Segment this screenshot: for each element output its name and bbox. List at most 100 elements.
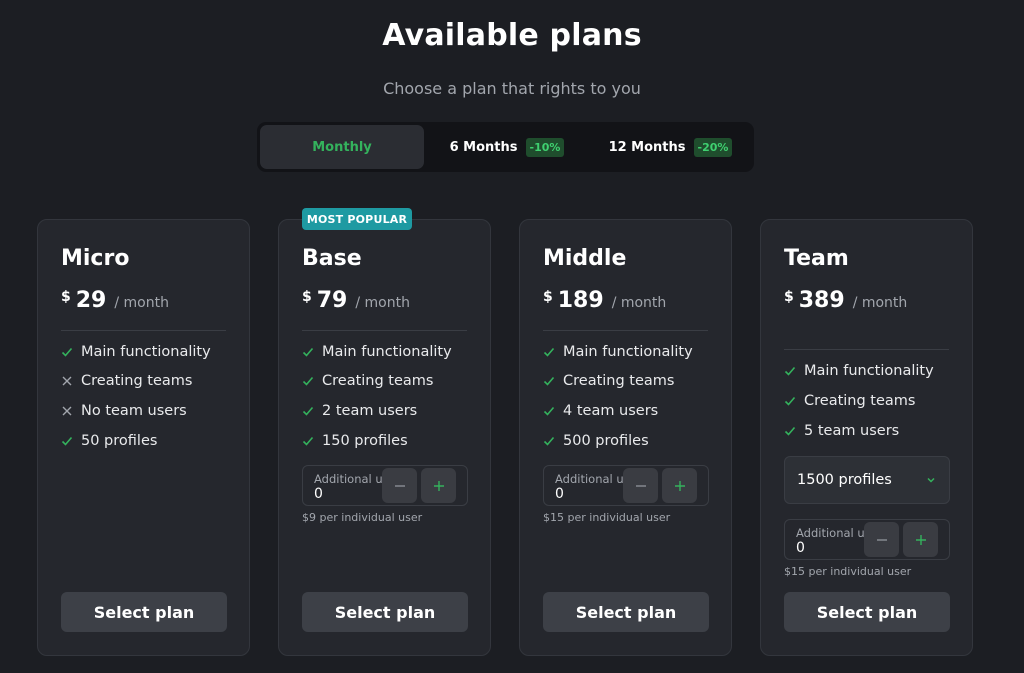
feature-text: Main functionality bbox=[322, 344, 452, 360]
feature-item: No team users bbox=[61, 403, 187, 419]
additional-users-stepper: Additional users 0 bbox=[302, 465, 468, 506]
page-subtitle: Choose a plan that rights to you bbox=[383, 79, 641, 98]
check-icon bbox=[61, 436, 73, 446]
feature-item: Creating teams bbox=[61, 373, 192, 389]
additional-users-note: $15 per individual user bbox=[784, 565, 912, 578]
check-icon bbox=[543, 436, 555, 446]
price-amount: 389 bbox=[798, 288, 845, 313]
feature-text: 150 profiles bbox=[322, 433, 408, 449]
feature-text: 2 team users bbox=[322, 403, 418, 419]
price-currency: $ bbox=[543, 289, 553, 305]
feature-item: 500 profiles bbox=[543, 433, 649, 449]
plan-price: $ 389 / month bbox=[784, 288, 907, 313]
profiles-select-value: 1500 profiles bbox=[797, 472, 892, 488]
feature-text: Main functionality bbox=[81, 344, 211, 360]
plan-card-middle: Middle $ 189 / month Main functionality … bbox=[519, 219, 732, 656]
check-icon bbox=[302, 436, 314, 446]
feature-text: Creating teams bbox=[81, 373, 193, 389]
price-amount: 189 bbox=[557, 288, 604, 313]
feature-item: 50 profiles bbox=[61, 433, 157, 449]
check-icon bbox=[543, 406, 555, 416]
price-currency: $ bbox=[61, 289, 71, 305]
billing-option-label: Monthly bbox=[312, 139, 372, 155]
feature-text: 50 profiles bbox=[81, 433, 158, 449]
minus-icon bbox=[876, 538, 887, 541]
check-icon bbox=[784, 396, 796, 406]
plus-icon bbox=[915, 534, 926, 545]
most-popular-badge: MOST POPULAR bbox=[302, 208, 412, 230]
feature-item: Main functionality bbox=[784, 363, 934, 379]
feature-text: Creating teams bbox=[322, 373, 434, 389]
price-period: / month bbox=[852, 295, 908, 311]
increment-button[interactable] bbox=[421, 468, 456, 503]
profiles-select[interactable]: 1500 profiles bbox=[784, 456, 950, 504]
feature-text: Main functionality bbox=[804, 363, 934, 379]
check-icon bbox=[784, 366, 796, 376]
additional-users-note: $15 per individual user bbox=[543, 511, 671, 524]
check-icon bbox=[302, 376, 314, 386]
divider bbox=[784, 349, 949, 350]
feature-item: Main functionality bbox=[302, 344, 452, 360]
billing-option-12-months[interactable]: 12 Months -20% bbox=[590, 125, 751, 169]
feature-text: Creating teams bbox=[563, 373, 675, 389]
billing-period-toggle: Monthly 6 Months -10% 12 Months -20% bbox=[257, 122, 754, 172]
decrement-button[interactable] bbox=[864, 522, 899, 557]
plan-name: Team bbox=[784, 246, 849, 271]
cross-icon bbox=[62, 406, 72, 416]
price-currency: $ bbox=[302, 289, 312, 305]
plan-price: $ 29 / month bbox=[61, 288, 169, 313]
plan-card-team: Team $ 389 / month Main functionality Cr… bbox=[760, 219, 973, 656]
price-amount: 79 bbox=[316, 288, 348, 313]
minus-icon bbox=[394, 484, 405, 487]
price-period: / month bbox=[114, 295, 169, 311]
decrement-button[interactable] bbox=[623, 468, 658, 503]
plan-card-base: Base $ 79 / month Main functionality Cre… bbox=[278, 219, 491, 656]
check-icon bbox=[61, 347, 73, 357]
plan-name: Base bbox=[302, 246, 362, 271]
additional-users-value[interactable]: 0 bbox=[796, 540, 805, 556]
divider bbox=[61, 330, 226, 331]
feature-item: Main functionality bbox=[543, 344, 693, 360]
additional-users-stepper: Additional users 0 bbox=[784, 519, 950, 560]
check-icon bbox=[784, 426, 796, 436]
plan-name: Middle bbox=[543, 246, 627, 271]
select-plan-button[interactable]: Select plan bbox=[543, 592, 709, 632]
select-plan-button[interactable]: Select plan bbox=[61, 592, 227, 632]
price-period: / month bbox=[355, 295, 410, 311]
increment-button[interactable] bbox=[662, 468, 697, 503]
billing-option-label: 12 Months bbox=[608, 139, 686, 155]
billing-option-6-months[interactable]: 6 Months -10% bbox=[427, 125, 587, 169]
plus-icon bbox=[674, 480, 685, 491]
feature-item: Main functionality bbox=[61, 344, 211, 360]
feature-item: 5 team users bbox=[784, 423, 899, 439]
discount-badge: -10% bbox=[525, 137, 565, 157]
feature-text: Main functionality bbox=[563, 344, 693, 360]
select-plan-button[interactable]: Select plan bbox=[302, 592, 468, 632]
discount-badge: -20% bbox=[693, 137, 733, 157]
minus-icon bbox=[635, 484, 646, 487]
plan-price: $ 79 / month bbox=[302, 288, 410, 313]
check-icon bbox=[543, 347, 555, 357]
additional-users-value[interactable]: 0 bbox=[555, 486, 564, 502]
feature-item: Creating teams bbox=[784, 393, 915, 409]
feature-text: No team users bbox=[81, 403, 187, 419]
feature-item: Creating teams bbox=[302, 373, 433, 389]
price-currency: $ bbox=[784, 289, 794, 305]
billing-option-monthly[interactable]: Monthly bbox=[260, 125, 424, 169]
check-icon bbox=[543, 376, 555, 386]
plus-icon bbox=[433, 480, 444, 491]
feature-text: 500 profiles bbox=[563, 433, 649, 449]
additional-users-note: $9 per individual user bbox=[302, 511, 423, 524]
decrement-button[interactable] bbox=[382, 468, 417, 503]
billing-option-label: 6 Months bbox=[449, 139, 518, 155]
divider bbox=[543, 330, 708, 331]
feature-item: Creating teams bbox=[543, 373, 674, 389]
check-icon bbox=[302, 406, 314, 416]
additional-users-stepper: Additional users 0 bbox=[543, 465, 709, 506]
select-plan-button[interactable]: Select plan bbox=[784, 592, 950, 632]
divider bbox=[302, 330, 467, 331]
increment-button[interactable] bbox=[903, 522, 938, 557]
additional-users-value[interactable]: 0 bbox=[314, 486, 323, 502]
feature-item: 150 profiles bbox=[302, 433, 408, 449]
feature-item: 2 team users bbox=[302, 403, 417, 419]
